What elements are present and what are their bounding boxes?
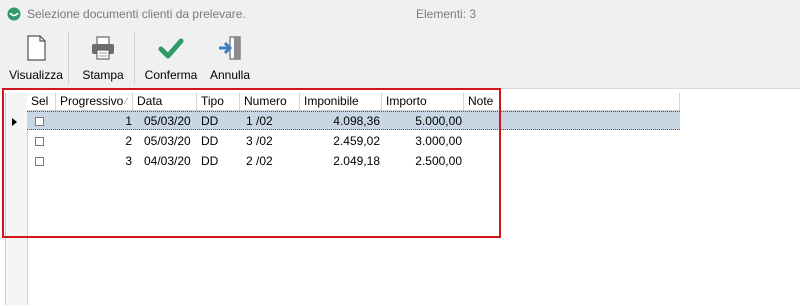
column-header-imponibile[interactable]: Imponibile	[300, 93, 382, 110]
cell-importo: 2.500,00	[415, 154, 462, 168]
annulla-label: Annulla	[209, 68, 251, 82]
window-title: Selezione documenti clienti da prelevare…	[27, 7, 246, 21]
cell-importo: 3.000,00	[415, 134, 462, 148]
column-header-numero[interactable]: Numero	[240, 93, 300, 110]
row-select-cell[interactable]	[27, 112, 56, 131]
column-header-data[interactable]: Data	[133, 93, 197, 110]
cell-note	[468, 112, 668, 131]
cell-data: 04/03/20	[144, 154, 191, 168]
column-header-importo[interactable]: Importo	[382, 93, 464, 110]
printer-icon	[92, 36, 114, 60]
row-checkbox[interactable]	[35, 137, 44, 146]
row-checkbox[interactable]	[35, 117, 44, 126]
toolbar-separator	[134, 32, 135, 84]
table-row[interactable]: 2 05/03/20 DD 3 /02 2.459,02 3.000,00	[27, 132, 680, 151]
cell-data: 05/03/20	[144, 114, 191, 128]
cell-note	[468, 152, 668, 171]
current-row-arrow-icon	[12, 118, 17, 126]
toolbar: Visualizza Stampa Conferma Annulla	[0, 28, 800, 89]
row-select-cell[interactable]	[27, 132, 56, 151]
table-row[interactable]: 3 04/03/20 DD 2 /02 2.049,18 2.500,00	[27, 152, 680, 171]
cell-note	[468, 132, 668, 151]
cell-tipo: DD	[201, 134, 219, 148]
stampa-label: Stampa	[82, 68, 124, 82]
conferma-button[interactable]: Conferma	[140, 28, 202, 88]
cell-imponibile: 2.049,18	[333, 154, 380, 168]
visualizza-button[interactable]: Visualizza	[6, 28, 66, 88]
cell-progressivo: 2	[125, 134, 132, 148]
annulla-button[interactable]: Annulla	[204, 28, 256, 88]
grid-header: Sel Progressivo ⁄ Data Tipo Numero Imponi…	[27, 93, 680, 111]
stampa-button[interactable]: Stampa	[76, 28, 130, 88]
cell-tipo: DD	[201, 154, 219, 168]
checkmark-icon	[158, 38, 184, 59]
column-header-progressivo[interactable]: Progressivo ⁄	[56, 93, 133, 110]
cell-numero: 3 /02	[246, 134, 273, 148]
exit-door-icon	[219, 36, 241, 60]
row-select-cell[interactable]	[27, 152, 56, 171]
column-header-note[interactable]: Note	[464, 93, 680, 110]
row-checkbox[interactable]	[35, 157, 44, 166]
grid-border	[5, 93, 6, 305]
app-logo-icon	[7, 7, 21, 21]
cell-imponibile: 4.098,36	[333, 114, 380, 128]
toolbar-separator	[68, 32, 69, 84]
title-bar: Selezione documenti clienti da prelevare…	[0, 0, 800, 28]
column-header-tipo[interactable]: Tipo	[197, 93, 240, 110]
table-row[interactable]: 1 05/03/20 DD 1 /02 4.098,36 5.000,00	[27, 111, 680, 130]
cell-numero: 2 /02	[246, 154, 273, 168]
conferma-label: Conferma	[144, 68, 198, 82]
document-icon	[27, 35, 46, 61]
element-count: Elementi: 3	[416, 7, 477, 21]
cell-imponibile: 2.459,02	[333, 134, 380, 148]
cell-importo: 5.000,00	[415, 114, 462, 128]
row-indicator-column	[7, 93, 28, 305]
column-header-sel[interactable]: Sel	[27, 93, 56, 110]
cell-numero: 1 /02	[246, 114, 273, 128]
sort-ascending-icon: ⁄	[125, 97, 127, 106]
cell-progressivo: 3	[125, 154, 132, 168]
visualizza-label: Visualizza	[9, 68, 63, 82]
cell-data: 05/03/20	[144, 134, 191, 148]
cell-progressivo: 1	[125, 114, 132, 128]
cell-tipo: DD	[201, 114, 219, 128]
